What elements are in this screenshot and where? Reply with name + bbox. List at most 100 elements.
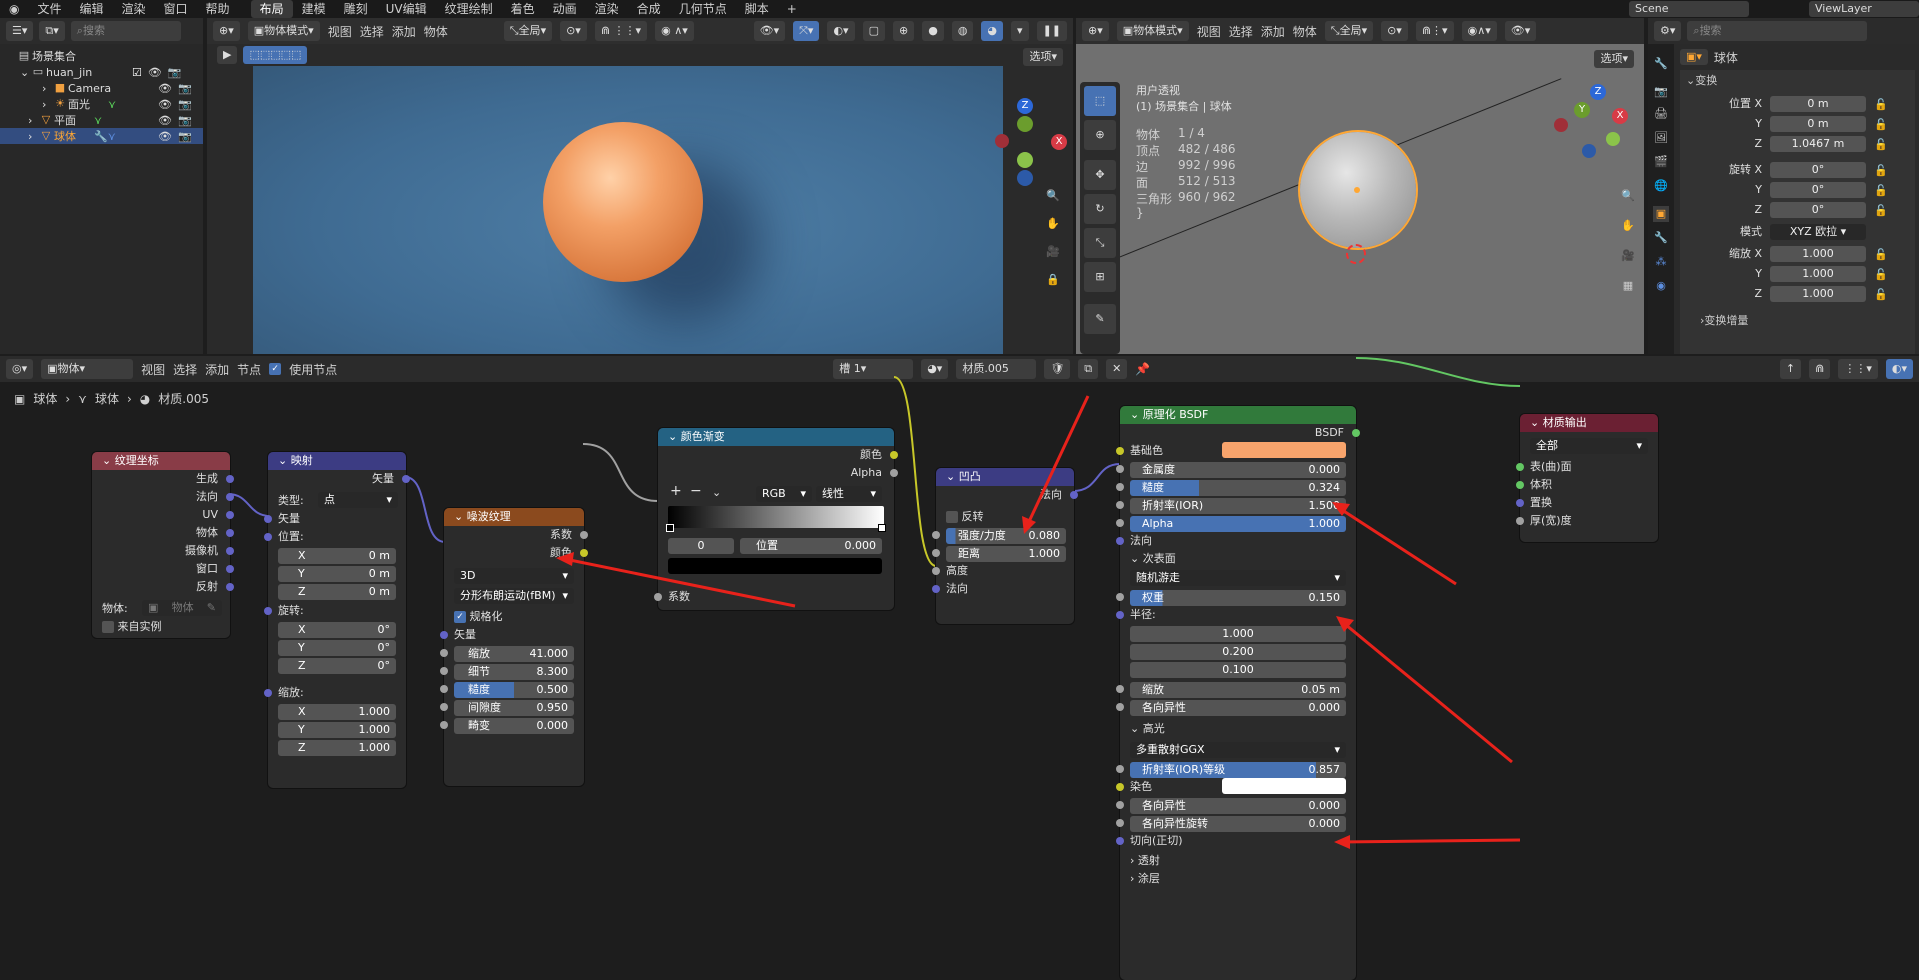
collapse-icon[interactable]: ⌄ bbox=[278, 454, 291, 467]
outliner-row-plane[interactable]: › ▽ 平面 ⋎ 👁 📷 bbox=[0, 112, 203, 128]
workspace-tab-geometry-nodes[interactable]: 几何节点 bbox=[670, 0, 736, 18]
socket-object[interactable] bbox=[226, 529, 234, 537]
socket-height[interactable] bbox=[932, 567, 940, 575]
outliner-row-sphere[interactable]: › ▽ 球体 🔧⋎ 👁 📷 bbox=[0, 128, 203, 144]
socket-camera[interactable] bbox=[226, 547, 234, 555]
node-header[interactable]: ⌄ 凹凸 bbox=[936, 468, 1074, 486]
socket-scale[interactable] bbox=[264, 689, 272, 697]
socket-sss-scale[interactable] bbox=[1116, 685, 1124, 693]
socket-vector-out[interactable] bbox=[402, 475, 410, 483]
workspace-tab-modeling[interactable]: 建模 bbox=[293, 0, 335, 18]
scale-z[interactable]: Z 1.000 bbox=[278, 740, 396, 756]
editor-type-icon[interactable]: ⊕▾ bbox=[213, 21, 240, 41]
black-stop-handle[interactable] bbox=[666, 524, 674, 532]
object-tab-icon[interactable]: ▣ bbox=[1653, 206, 1669, 222]
metallic-field[interactable]: 金属度 0.000 bbox=[1130, 462, 1346, 478]
expand-arrow-icon[interactable]: › bbox=[28, 114, 38, 127]
gizmo-z-axis[interactable]: Z bbox=[1017, 98, 1033, 114]
socket-sss-weight[interactable] bbox=[1116, 593, 1124, 601]
socket-location[interactable] bbox=[264, 533, 272, 541]
socket-vector-in[interactable] bbox=[264, 515, 272, 523]
socket-ior-level[interactable] bbox=[1116, 765, 1124, 773]
ior-field[interactable]: 折射率(IOR) 1.500 bbox=[1130, 498, 1346, 514]
gizmo-neg-y[interactable] bbox=[1017, 152, 1033, 168]
socket-normal[interactable] bbox=[226, 493, 234, 501]
dimension-dropdown[interactable]: 3D ▾ bbox=[454, 568, 574, 584]
navigation-gizmo[interactable]: Z Y X bbox=[1554, 84, 1640, 174]
camera-render-icon[interactable]: 📷 bbox=[178, 114, 192, 127]
socket-distortion[interactable] bbox=[440, 721, 448, 729]
view-layer-selector[interactable]: ViewLayer bbox=[1809, 1, 1919, 17]
node-texture-coordinate[interactable]: ⌄ 纹理坐标 生成 法向 UV 物体 摄像机 窗口 反射 物体: ▣ 物体 ✎ 来… bbox=[92, 452, 234, 638]
shader-type-dropdown[interactable]: ▣ 物体 ▾ bbox=[41, 359, 134, 379]
bump-strength-field[interactable]: 强度/力度 0.080 bbox=[946, 528, 1066, 544]
gradient-bar[interactable] bbox=[668, 506, 884, 528]
location-x-field[interactable]: 0 m bbox=[1770, 96, 1866, 112]
scale-x-field[interactable]: 1.000 bbox=[1770, 246, 1866, 262]
collapse-icon[interactable]: ⌄ bbox=[102, 454, 115, 467]
particles-tab-icon[interactable]: ⁂ bbox=[1653, 254, 1669, 270]
socket-normal-in[interactable] bbox=[932, 585, 940, 593]
node-principled-bsdf[interactable]: ⌄ 原理化 BSDF BSDF 基础色 金属度 0.000 糙度 0.324 折射率… bbox=[1116, 406, 1360, 980]
node-header[interactable]: ⌄ 纹理坐标 bbox=[92, 452, 230, 470]
camera-render-icon[interactable]: 📷 bbox=[178, 130, 192, 143]
gizmo-x-axis[interactable]: X bbox=[1051, 134, 1067, 150]
base-color-swatch[interactable] bbox=[1222, 442, 1346, 458]
cursor-tool-icon[interactable]: ⊕ bbox=[1084, 120, 1116, 150]
gizmo-z-axis[interactable]: Z bbox=[1590, 84, 1606, 100]
delta-transform-header[interactable]: › 变换增量 bbox=[1680, 312, 1915, 328]
anisotropic-rotation-field[interactable]: 各向异性旋转 0.000 bbox=[1130, 816, 1346, 832]
specular-panel-toggle[interactable]: ⌄ 高光 bbox=[1130, 722, 1165, 736]
world-tab-icon[interactable]: 🌐 bbox=[1653, 178, 1669, 194]
menu-window[interactable]: 窗口 bbox=[155, 0, 197, 18]
remove-stop-button[interactable]: − bbox=[690, 484, 702, 498]
render-tab-icon[interactable]: 📷 bbox=[1653, 84, 1669, 100]
tool-tab-icon[interactable]: 🔧 bbox=[1653, 56, 1669, 72]
pin-icon[interactable]: 📌 bbox=[1135, 362, 1150, 376]
rotation-x-field[interactable]: 0° bbox=[1770, 162, 1866, 178]
properties-search[interactable]: ⌕ 搜索 bbox=[1687, 21, 1868, 41]
scale-y-field[interactable]: 1.000 bbox=[1770, 266, 1866, 282]
node-header[interactable]: ⌄ 原理化 BSDF bbox=[1120, 406, 1356, 424]
pivot-icon[interactable]: ⊙▾ bbox=[1381, 21, 1408, 41]
node-header[interactable]: ⌄ 颜色渐变 bbox=[658, 428, 894, 446]
lock-icon[interactable]: 🔓 bbox=[1874, 138, 1888, 151]
menu-view[interactable]: 视图 bbox=[1197, 23, 1221, 40]
options-dropdown[interactable]: 选项 ▾ bbox=[1594, 50, 1634, 68]
socket-fac-out[interactable] bbox=[580, 531, 588, 539]
overlay-icon[interactable]: ◐▾ bbox=[1885, 359, 1913, 379]
subsurface-method-dropdown[interactable]: 随机游走 ▾ bbox=[1130, 570, 1346, 586]
editor-type-icon[interactable]: ☰▾ bbox=[6, 21, 34, 41]
camera-render-icon[interactable]: 📷 bbox=[178, 98, 192, 111]
rotation-y-field[interactable]: 0° bbox=[1770, 182, 1866, 198]
gizmo-neg-x[interactable] bbox=[995, 134, 1009, 148]
transform-orientation[interactable]: ⤡ 全局 ▾ bbox=[503, 21, 553, 41]
socket-fac-in[interactable] bbox=[654, 593, 662, 601]
camera-view-icon[interactable]: 🎥 bbox=[1620, 248, 1636, 264]
overlay-icon[interactable]: ◐▾ bbox=[827, 21, 855, 41]
menu-add[interactable]: 添加 bbox=[1261, 23, 1285, 40]
outliner-row-camera[interactable]: › ■ Camera 👁 📷 bbox=[0, 80, 203, 96]
scene-tab-icon[interactable]: 🎬 bbox=[1653, 154, 1669, 170]
object-picker-field[interactable]: ▣ 物体 ✎ bbox=[142, 600, 222, 616]
solid-viewport[interactable]: ⊕▾ ▣ 物体模式 ▾ 视图 选择 添加 物体 ⤡ 全局 ▾ ⊙▾ ⋒⋮▾ ◉∧… bbox=[1076, 18, 1644, 354]
modifier-tab-icon[interactable]: 🔧 bbox=[1653, 230, 1669, 246]
interpolation-dropdown[interactable]: 线性 ▾ bbox=[816, 486, 882, 502]
pause-render-icon[interactable]: ❚❚ bbox=[1036, 21, 1067, 41]
node-color-ramp[interactable]: ⌄ 颜色渐变 颜色 Alpha + − ⌄ RGB ▾ 线性 ▾ 0 位置 0.000… bbox=[654, 428, 898, 610]
camera-view-icon[interactable]: 🎥 bbox=[1045, 244, 1061, 260]
socket-strength[interactable] bbox=[932, 531, 940, 539]
transform-orientation[interactable]: ⤡ 全局 ▾ bbox=[1324, 21, 1374, 41]
hand-pan-icon[interactable]: ✋ bbox=[1045, 216, 1061, 232]
socket-sss-aniso[interactable] bbox=[1116, 703, 1124, 711]
gizmo-neg-y[interactable] bbox=[1606, 132, 1620, 146]
node-bump[interactable]: ⌄ 凹凸 法向 反转 强度/力度 0.080 距离 1.000 高度 法向 bbox=[932, 468, 1078, 624]
annotate-tool-icon[interactable]: ✎ bbox=[1084, 304, 1116, 334]
blender-icon[interactable]: ◉ bbox=[0, 0, 28, 18]
socket-metallic[interactable] bbox=[1116, 465, 1124, 473]
selection-mode-icons[interactable]: ⬚⬚⬚⬚⬚ bbox=[243, 46, 308, 64]
menu-select[interactable]: 选择 bbox=[1229, 23, 1253, 40]
socket-base-color[interactable] bbox=[1116, 447, 1124, 455]
socket-roughness[interactable] bbox=[1116, 483, 1124, 491]
coat-panel-toggle[interactable]: › 涂层 bbox=[1130, 872, 1160, 886]
